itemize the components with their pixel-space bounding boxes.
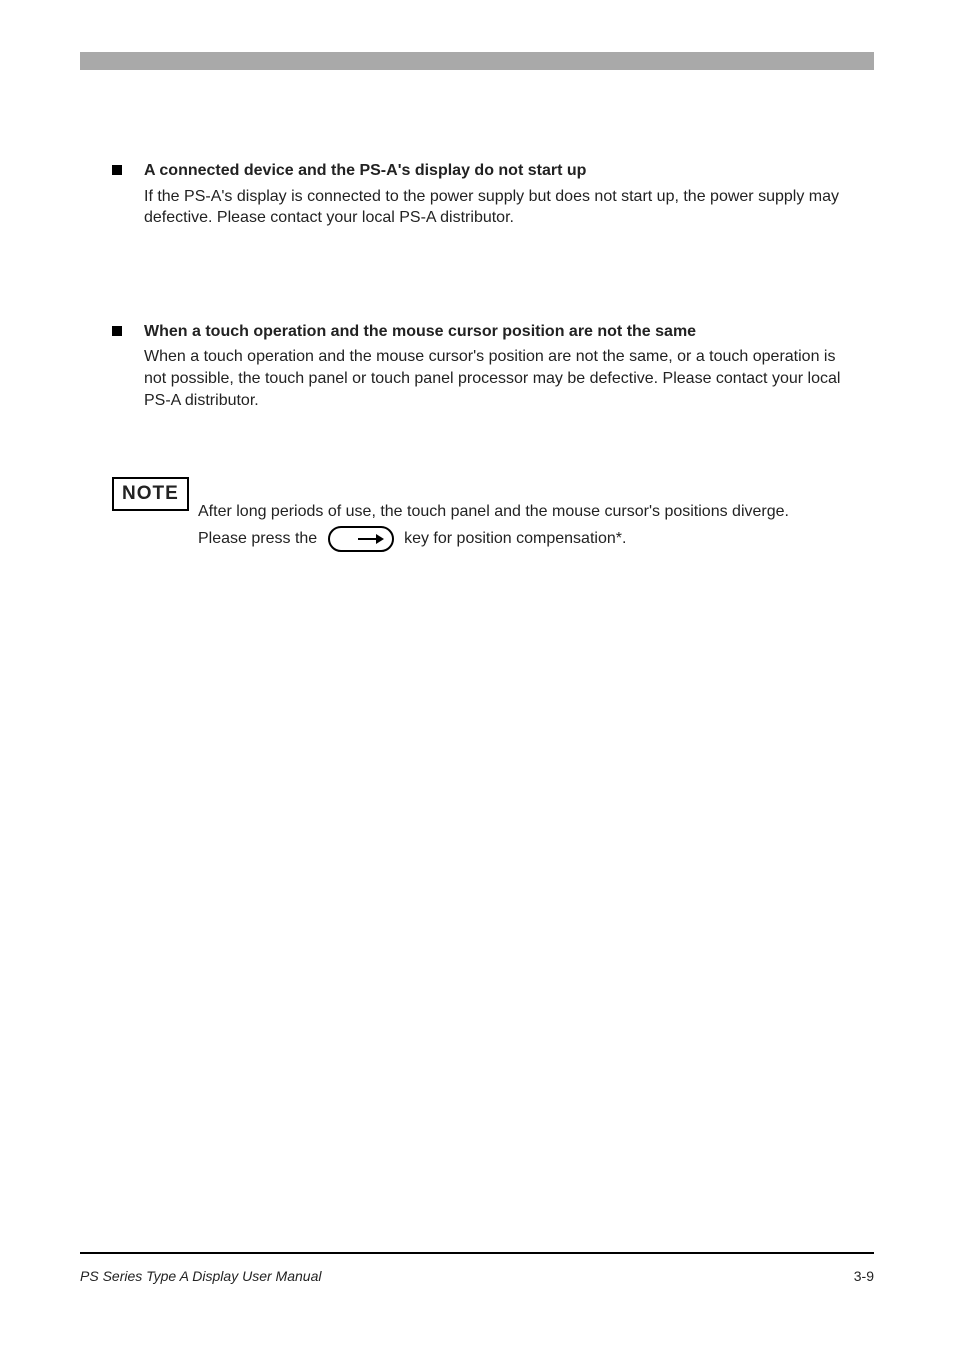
troubleshoot-item: When a touch operation and the mouse cur… [112, 321, 854, 411]
spacer [112, 243, 854, 321]
footer: PS Series Type A Display User Manual 3-9 [80, 1267, 874, 1286]
note-body: After long periods of use, the touch pan… [198, 501, 854, 553]
spacer [112, 425, 854, 453]
troubleshoot-item: A connected device and the PS-A's displa… [112, 160, 854, 229]
item-body: A connected device and the PS-A's displa… [144, 160, 854, 229]
arrow-key-icon [328, 526, 394, 552]
header-bar [80, 52, 874, 70]
note-line: Please press the key for position compen… [198, 526, 854, 552]
footer-divider [80, 1252, 874, 1254]
note-line: After long periods of use, the touch pan… [198, 501, 854, 523]
note-line-prefix: Please press the [198, 531, 322, 548]
note-badge: NOTE [112, 477, 189, 511]
item-title: A connected device and the PS-A's displa… [144, 160, 854, 182]
item-title: When a touch operation and the mouse cur… [144, 321, 854, 343]
note-line-suffix: key for position compensation*. [404, 531, 626, 548]
main-content: A connected device and the PS-A's displa… [112, 160, 854, 556]
item-body: When a touch operation and the mouse cur… [144, 321, 854, 411]
footer-page-number: 3-9 [854, 1267, 874, 1286]
note-label: NOTE [112, 477, 189, 511]
footer-left: PS Series Type A Display User Manual [80, 1267, 321, 1286]
square-bullet-icon [112, 165, 122, 175]
item-description: If the PS-A's display is connected to th… [144, 186, 854, 229]
item-description: When a touch operation and the mouse cur… [144, 346, 854, 411]
square-bullet-icon [112, 326, 122, 336]
